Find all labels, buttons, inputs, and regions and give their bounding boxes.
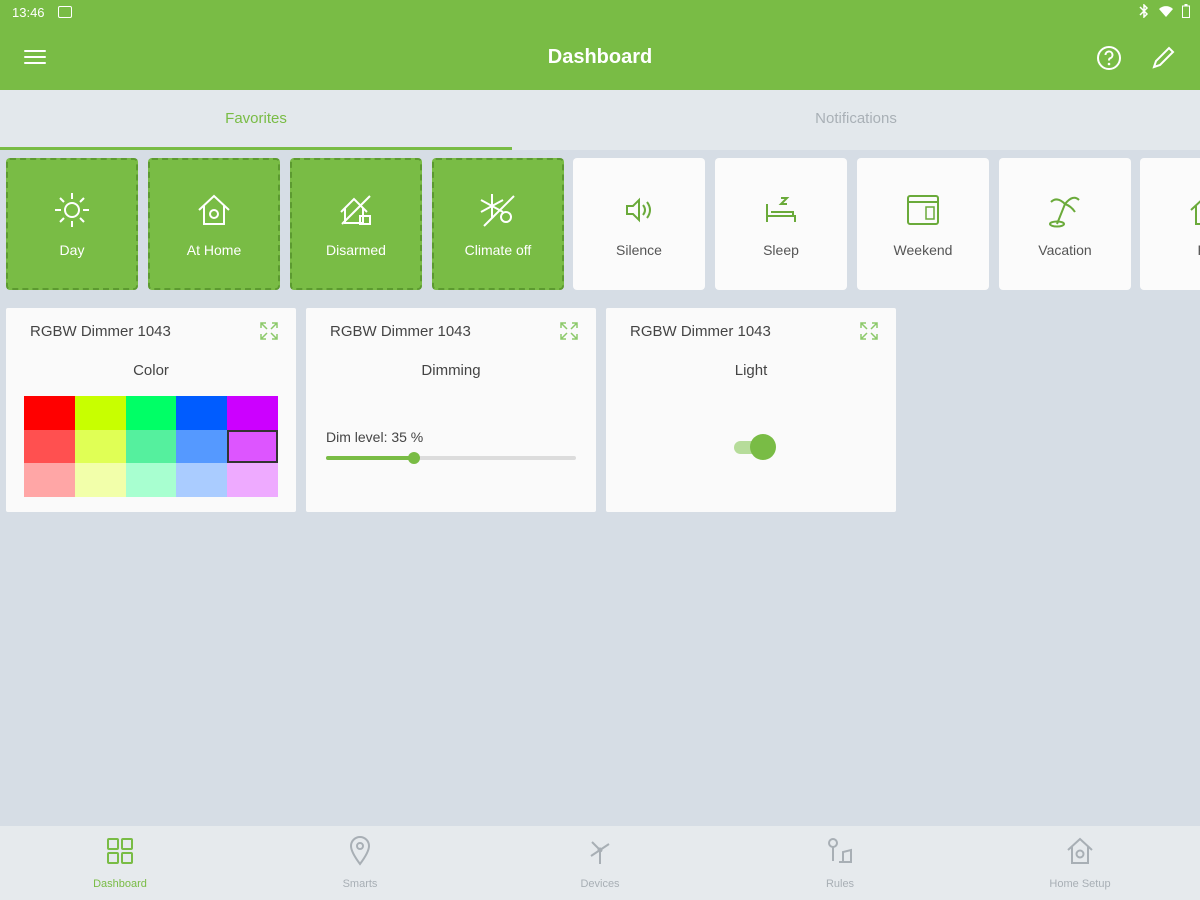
shield-off-icon [340,195,371,225]
nav-dashboard[interactable]: Dashboard [0,826,240,900]
expand-icon[interactable] [560,322,578,340]
dim-level-slider[interactable] [326,452,576,464]
color-swatch[interactable] [24,429,75,464]
color-swatch[interactable] [125,463,177,497]
nav-rules[interactable]: Rules [720,826,960,900]
nav-label: Rules [825,878,855,890]
rules-icon [828,838,852,863]
color-swatch[interactable] [227,463,278,497]
dim-level-label: Dim level: 35 % [326,429,424,445]
color-swatch[interactable] [74,429,126,464]
scene-list: Day At Home Disarmed Climate off Silence… [0,158,1200,292]
color-swatch[interactable] [125,429,177,464]
image-notification-icon [58,6,72,18]
scene-partial[interactable]: Pa [1140,158,1200,290]
color-swatch[interactable] [176,396,228,430]
nav-label: Smarts [342,878,378,890]
devices-icon [590,841,610,864]
nav-home-setup[interactable]: Home Setup [960,826,1200,900]
app-bar: Dashboard [0,26,1200,90]
nav-label: Dashboard [93,878,147,890]
scene-label: Day [59,242,85,258]
slider-fill [326,456,414,460]
widget-title: RGBW Dimmer 1043 [30,323,171,340]
widget-subtitle: Light [734,362,768,379]
status-time: 13:46 [12,5,45,20]
tab-notifications[interactable]: Notifications [512,90,1200,150]
widget-dimming: RGBW Dimmer 1043 Dimming Dim level: 35 % [306,308,596,512]
nav-devices[interactable]: Devices [480,826,720,900]
color-swatch[interactable] [227,429,278,464]
tab-bar: Favorites Notifications [0,90,1200,150]
tab-favorites[interactable]: Favorites [0,90,512,150]
battery-icon [1182,4,1190,18]
silence-icon [626,197,651,223]
scene-label: Silence [616,242,662,258]
light-toggle[interactable] [734,434,776,460]
calendar-icon [907,195,939,225]
palm-tree-icon [1049,196,1080,228]
color-swatch[interactable] [176,429,228,464]
bed-icon [766,197,796,222]
location-pin-icon [349,836,371,866]
widget-title: RGBW Dimmer 1043 [630,323,771,340]
slider-thumb[interactable] [407,452,420,464]
scene-label: Sleep [763,242,799,258]
help-icon[interactable] [1096,45,1122,71]
wifi-icon [1159,6,1173,17]
scene-disarmed[interactable]: Disarmed [290,158,422,290]
home-setup-icon [1067,837,1093,864]
nav-label: Home Setup [1049,878,1111,890]
status-icons [1138,4,1190,18]
scene-sleep[interactable]: Sleep [715,158,847,290]
scene-vacation[interactable]: Vacation [999,158,1131,290]
widget-subtitle: Dimming [421,362,481,379]
dashboard-icon [107,838,133,864]
widget-subtitle: Color [133,362,169,379]
snowflake-off-icon [480,194,515,227]
widget-color: RGBW Dimmer 1043 Color [6,308,296,512]
color-swatch[interactable] [227,396,278,430]
expand-icon[interactable] [260,322,278,340]
color-swatch[interactable] [24,463,75,497]
scene-at-home[interactable]: At Home [148,158,280,290]
home-icon [198,194,230,225]
sun-icon [55,193,89,227]
scene-label: Pa [1140,242,1200,258]
scene-climate-off[interactable]: Climate off [432,158,564,290]
nav-label: Devices [580,878,620,890]
status-bar: 13:46 [0,0,1200,26]
color-swatch[interactable] [176,463,228,497]
color-palette [24,396,278,497]
scene-label: Vacation [1038,242,1092,258]
bottom-nav: Dashboard Smarts Devices Rules Home Setu… [0,826,1200,900]
home-icon [1190,200,1200,225]
scene-silence[interactable]: Silence [573,158,705,290]
expand-icon[interactable] [860,322,878,340]
bluetooth-mute-icon [1139,4,1149,18]
color-swatch[interactable] [24,396,75,430]
scene-day[interactable]: Day [6,158,138,290]
toggle-knob [750,434,776,460]
page-title: Dashboard [547,46,653,68]
color-swatch[interactable] [74,396,126,430]
scene-label: Climate off [464,242,532,258]
widget-light: RGBW Dimmer 1043 Light [606,308,896,512]
color-swatch[interactable] [125,396,177,430]
color-swatch[interactable] [74,463,126,497]
edit-pencil-icon[interactable] [1150,45,1176,71]
scene-label: Disarmed [326,242,386,258]
widget-title: RGBW Dimmer 1043 [330,323,471,340]
nav-smarts[interactable]: Smarts [240,826,480,900]
scene-weekend[interactable]: Weekend [857,158,989,290]
scene-label: At Home [186,242,242,258]
scene-label: Weekend [893,242,953,258]
